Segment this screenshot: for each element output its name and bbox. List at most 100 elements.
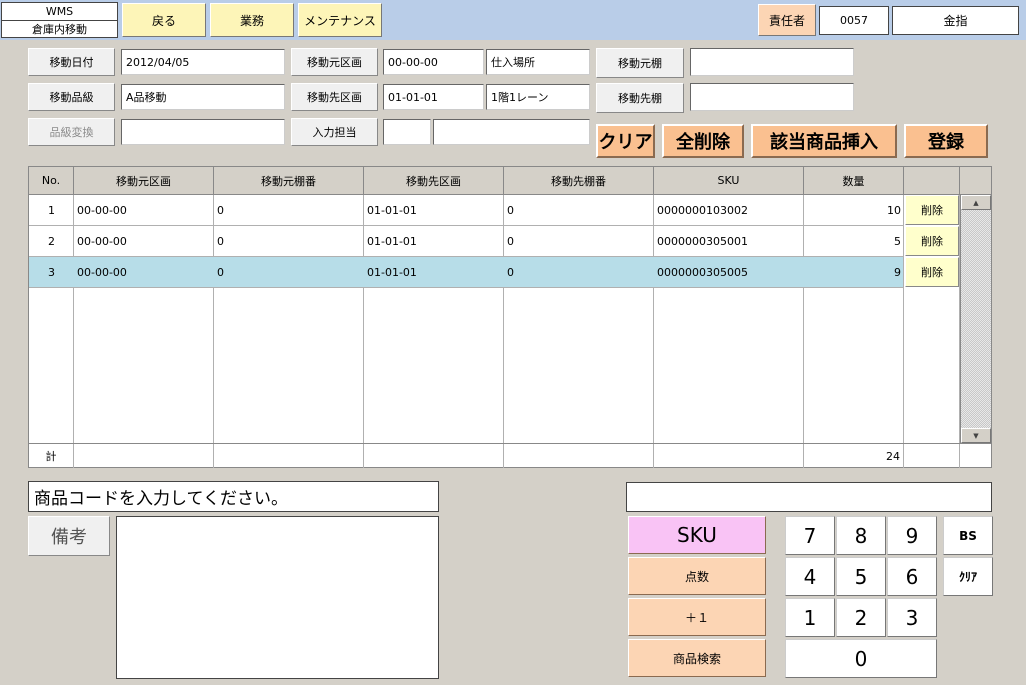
- status-message: 商品コードを入力してください。: [28, 481, 439, 512]
- row-qty[interactable]: 9: [804, 257, 904, 287]
- col-header-action: [904, 167, 960, 195]
- key-0[interactable]: 0: [785, 639, 937, 678]
- src-shelf-field[interactable]: [690, 48, 854, 76]
- key-6[interactable]: 6: [887, 557, 937, 596]
- total-cell: [504, 444, 654, 468]
- total-cell: [74, 444, 214, 468]
- move-date-label: 移動日付: [28, 48, 115, 76]
- row-src-area[interactable]: 00-00-00: [74, 195, 214, 225]
- src-shelf-label: 移動元棚: [596, 48, 684, 78]
- scan-input[interactable]: [626, 482, 992, 512]
- product-search-button[interactable]: 商品検索: [628, 639, 766, 677]
- src-area-code-field[interactable]: 00-00-00: [383, 49, 484, 75]
- input-person-name-field[interactable]: [433, 119, 590, 145]
- row-dst-shelf[interactable]: 0: [504, 226, 654, 256]
- manager-code: 0057: [819, 6, 889, 35]
- dst-shelf-label: 移動先棚: [596, 83, 684, 113]
- table-row[interactable]: 1 00-00-00 0 01-01-01 0 0000000103002 10: [29, 195, 903, 226]
- col-header-src-shelf: 移動元棚番: [214, 167, 364, 195]
- clear-button[interactable]: クリア: [596, 124, 655, 158]
- app-title-box: WMS 倉庫内移動: [1, 2, 118, 38]
- row-delete-button[interactable]: 削除: [905, 257, 959, 287]
- key-7[interactable]: 7: [785, 516, 835, 555]
- total-qty: 24: [804, 444, 904, 468]
- total-label: 計: [29, 444, 74, 468]
- col-header-scroll: [960, 167, 991, 195]
- row-sku[interactable]: 0000000305001: [654, 226, 804, 256]
- dst-area-label: 移動先区画: [291, 83, 378, 111]
- row-sku[interactable]: 0000000305005: [654, 257, 804, 287]
- business-button[interactable]: 業務: [210, 3, 294, 37]
- row-src-shelf[interactable]: 0: [214, 257, 364, 287]
- table-row[interactable]: 2 00-00-00 0 01-01-01 0 0000000305001 5: [29, 226, 903, 257]
- app-name: WMS: [45, 4, 74, 18]
- row-src-area[interactable]: 00-00-00: [74, 226, 214, 256]
- total-row: 計 24: [29, 443, 991, 468]
- row-delete-button[interactable]: 削除: [905, 195, 959, 225]
- key-5[interactable]: 5: [836, 557, 886, 596]
- src-area-label: 移動元区画: [291, 48, 378, 76]
- key-4[interactable]: 4: [785, 557, 835, 596]
- row-delete-button[interactable]: 削除: [905, 226, 959, 256]
- row-no: 2: [48, 234, 55, 248]
- dst-area-code-field[interactable]: 01-01-01: [383, 84, 484, 110]
- back-button[interactable]: 戻る: [122, 3, 206, 37]
- maintenance-button[interactable]: メンテナンス: [298, 3, 382, 37]
- row-no: 3: [48, 265, 55, 279]
- dst-shelf-field[interactable]: [690, 83, 854, 111]
- scroll-up-icon[interactable]: ▲: [961, 195, 991, 210]
- row-sku[interactable]: 0000000103002: [654, 195, 804, 225]
- grid-scrollbar[interactable]: ▲ ▼: [960, 195, 991, 443]
- row-qty[interactable]: 5: [804, 226, 904, 256]
- col-header-qty: 数量: [804, 167, 904, 195]
- delete-all-button[interactable]: 全削除: [662, 124, 744, 158]
- row-dst-shelf[interactable]: 0: [504, 257, 654, 287]
- grade-convert-field[interactable]: [121, 119, 285, 145]
- row-qty[interactable]: 10: [804, 195, 904, 225]
- col-header-src-area: 移動元区画: [74, 167, 214, 195]
- input-person-code-field[interactable]: [383, 119, 431, 145]
- row-src-shelf[interactable]: 0: [214, 226, 364, 256]
- move-items-grid: No. 移動元区画 移動元棚番 移動先区画 移動先棚番 SKU 数量 1 00-…: [28, 166, 992, 468]
- dst-area-name-field[interactable]: 1階1レーン: [486, 84, 590, 110]
- row-dst-shelf[interactable]: 0: [504, 195, 654, 225]
- total-cell: [904, 444, 960, 468]
- key-8[interactable]: 8: [836, 516, 886, 555]
- scroll-down-icon[interactable]: ▼: [961, 428, 991, 443]
- row-no: 1: [48, 203, 55, 217]
- backspace-key[interactable]: BS: [943, 516, 993, 555]
- src-area-name-field[interactable]: 仕入場所: [486, 49, 590, 75]
- sku-mode-button[interactable]: SKU: [628, 516, 766, 554]
- total-cell: [364, 444, 504, 468]
- register-button[interactable]: 登録: [904, 124, 988, 158]
- points-mode-button[interactable]: 点数: [628, 557, 766, 595]
- manager-label: 責任者: [758, 4, 816, 36]
- plus-one-button[interactable]: ＋１: [628, 598, 766, 636]
- total-cell: [654, 444, 804, 468]
- row-src-area[interactable]: 00-00-00: [74, 257, 214, 287]
- key-1[interactable]: 1: [785, 598, 835, 637]
- row-dst-area[interactable]: 01-01-01: [364, 195, 504, 225]
- insert-items-button[interactable]: 該当商品挿入: [751, 124, 897, 158]
- col-header-no: No.: [29, 167, 74, 195]
- key-2[interactable]: 2: [836, 598, 886, 637]
- key-9[interactable]: 9: [887, 516, 937, 555]
- row-dst-area[interactable]: 01-01-01: [364, 226, 504, 256]
- input-person-label: 入力担当: [291, 118, 378, 146]
- key-3[interactable]: 3: [887, 598, 937, 637]
- screen-name: 倉庫内移動: [2, 19, 117, 38]
- move-grade-field[interactable]: A品移動: [121, 84, 285, 110]
- col-header-dst-area: 移動先区画: [364, 167, 504, 195]
- manager-name: 金指: [892, 6, 1019, 35]
- move-date-field[interactable]: 2012/04/05: [121, 49, 285, 75]
- remarks-label: 備考: [28, 516, 110, 556]
- total-cell: [214, 444, 364, 468]
- col-header-dst-shelf: 移動先棚番: [504, 167, 654, 195]
- keypad-clear-key[interactable]: ｸﾘｱ: [943, 557, 993, 596]
- row-dst-area[interactable]: 01-01-01: [364, 257, 504, 287]
- grade-convert-label: 品級変換: [28, 118, 115, 146]
- table-row-selected[interactable]: 3 00-00-00 0 01-01-01 0 0000000305005 9: [29, 257, 903, 288]
- row-src-shelf[interactable]: 0: [214, 195, 364, 225]
- remarks-field[interactable]: [116, 516, 439, 679]
- move-grade-label: 移動品級: [28, 83, 115, 111]
